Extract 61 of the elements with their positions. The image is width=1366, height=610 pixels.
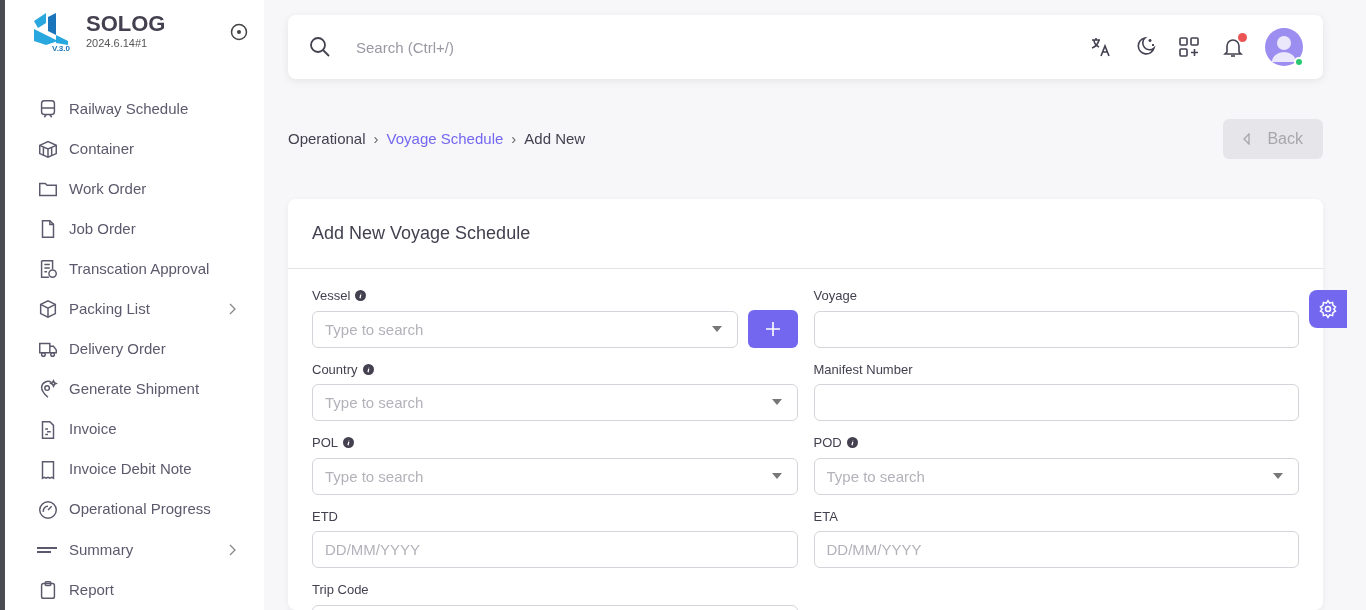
sidebar-item[interactable]: Packing List xyxy=(37,289,264,330)
select-field[interactable]: Type to search xyxy=(813,457,1299,495)
field-label: Country xyxy=(312,360,358,379)
dropdown-caret-icon xyxy=(1273,472,1283,479)
input-field[interactable] xyxy=(813,384,1299,421)
sidebar-toggle-icon[interactable] xyxy=(230,22,248,41)
field-label: ETD xyxy=(312,507,338,526)
translate-icon[interactable] xyxy=(1089,35,1113,59)
field-label: POL xyxy=(312,434,338,452)
sidebar-item[interactable]: Operational Progress xyxy=(37,489,264,530)
field-label: Trip Code xyxy=(312,581,369,599)
sidebar-item[interactable]: Summary xyxy=(37,529,264,570)
sidebar-item[interactable]: Invoice Debit Note xyxy=(37,449,264,490)
breadcrumb-link[interactable]: Voyage Schedule xyxy=(386,129,504,147)
search-icon xyxy=(308,35,332,59)
box-icon xyxy=(37,298,59,321)
dropdown-caret-icon xyxy=(771,472,782,479)
breadcrumb-separator: › xyxy=(373,129,379,147)
breadcrumb-separator: › xyxy=(511,129,517,147)
field-label: Vessel xyxy=(312,287,351,305)
sidebar-item[interactable]: Work Order xyxy=(37,169,264,210)
select-field[interactable]: Type to search xyxy=(312,310,738,348)
form-title: Add New Voyage Schedule xyxy=(288,199,1323,269)
date-field[interactable]: DD/MM/YYYY xyxy=(312,531,798,568)
select-field[interactable]: Type to search xyxy=(312,384,798,421)
sidebar-item[interactable]: Generate Shipment xyxy=(37,369,264,410)
add-button[interactable] xyxy=(747,309,798,348)
sidebar-item[interactable]: Report xyxy=(37,569,264,610)
plus-icon xyxy=(764,320,781,337)
field-label: Manifest Number xyxy=(813,360,913,379)
search-bar[interactable]: Search (Ctrl+/) xyxy=(288,15,1323,79)
gear-icon xyxy=(1318,299,1338,319)
field-label: ETA xyxy=(813,507,838,526)
sidebar-item[interactable]: Railway Schedule xyxy=(37,88,264,129)
sidebar-item[interactable]: Container xyxy=(37,129,264,170)
sidebar-item[interactable]: Invoice xyxy=(37,409,264,450)
logo-caption: V.3.0 xyxy=(51,44,70,53)
breadcrumb-text: Operational xyxy=(288,129,366,147)
sidebar-item[interactable]: Delivery Order xyxy=(37,329,264,370)
user-avatar[interactable] xyxy=(1265,28,1303,66)
version-text: 2024.6.14#1 xyxy=(86,35,149,51)
chevron-right-icon xyxy=(228,543,236,556)
dropdown-caret-icon xyxy=(771,399,782,405)
breadcrumb-text: Add New xyxy=(524,129,586,147)
menu-lines-icon xyxy=(37,546,59,553)
bell-icon[interactable] xyxy=(1221,35,1245,59)
input-field[interactable] xyxy=(813,310,1299,348)
caret-left-icon xyxy=(1243,133,1252,145)
dropdown-caret-icon xyxy=(711,325,722,332)
apps-grid-icon[interactable] xyxy=(1177,35,1201,59)
sidebar-item[interactable]: Job Order xyxy=(37,209,264,250)
brand-name: SOLOG xyxy=(86,12,167,35)
date-field[interactable]: DD/MM/YYYY xyxy=(813,531,1299,568)
field-label: POD xyxy=(813,434,842,452)
gauge-icon xyxy=(37,498,59,521)
select-field[interactable]: Type to search xyxy=(312,457,798,495)
field-label: Voyage xyxy=(813,287,857,305)
sidebar-item[interactable]: Transcation Approval xyxy=(37,249,264,290)
container-icon xyxy=(37,138,59,160)
chevron-right-icon xyxy=(228,303,236,316)
settings-button[interactable] xyxy=(1309,290,1347,328)
